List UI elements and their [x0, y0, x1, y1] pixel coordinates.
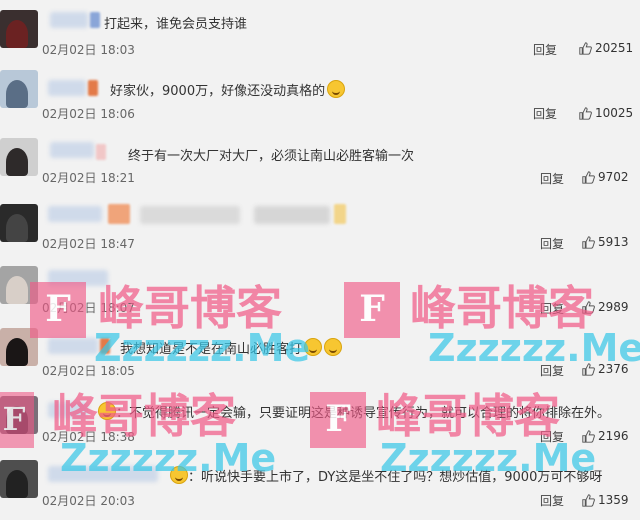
- comment-item: 02月02日 18:07 回复 2989: [0, 260, 640, 324]
- comment-timestamp: 02月02日 18:05: [42, 364, 135, 378]
- user-badge: [108, 204, 130, 224]
- comment-timestamp: 02月02日 18:03: [42, 43, 135, 57]
- reply-button[interactable]: 回复: [540, 428, 564, 445]
- thumbs-up-icon: [579, 41, 592, 55]
- avatar[interactable]: [0, 460, 38, 498]
- thumbs-up-icon: [582, 300, 595, 314]
- like-button[interactable]: 2196: [582, 429, 629, 443]
- username-blurred[interactable]: [48, 270, 108, 286]
- comment-item: 终于有一次大厂对大厂，必须让南山必胜客输一次 02月02日 18:21 回复 9…: [0, 128, 640, 192]
- emoji-blurred: [334, 204, 346, 224]
- like-count: 9702: [598, 170, 629, 184]
- grinning-face-icon: [324, 338, 343, 356]
- thumbs-up-icon: [579, 106, 592, 120]
- user-badge: [90, 12, 100, 28]
- username-blurred[interactable]: [48, 206, 102, 222]
- like-button[interactable]: 2376: [582, 362, 629, 376]
- avatar[interactable]: [0, 204, 38, 242]
- like-count: 2989: [598, 300, 629, 314]
- comment-item: ：不觉得腾讯一定会输，只要证明这是种诱导宣传行为，就可以合理的将你排除在外。 0…: [0, 392, 640, 456]
- like-button[interactable]: 1359: [582, 493, 629, 507]
- comment-timestamp: 02月02日 20:03: [42, 494, 135, 508]
- comment-timestamp: 02月02日 18:07: [42, 301, 135, 315]
- user-badge: [88, 80, 98, 96]
- comment-timestamp: 02月02日 18:21: [42, 171, 135, 185]
- like-count: 2196: [598, 429, 629, 443]
- comment-item: ：听说快手要上市了，DY这是坐不住了吗？想炒估值，9000万可不够呀 02月02…: [0, 456, 640, 520]
- username-blurred[interactable]: [50, 12, 88, 28]
- avatar[interactable]: [0, 328, 38, 366]
- reply-button[interactable]: 回复: [540, 170, 564, 187]
- comment-item: 我想知道是不是在南山必胜客打 02月02日 18:05 回复 2376: [0, 322, 640, 386]
- avatar[interactable]: [0, 266, 38, 304]
- like-button[interactable]: 9702: [582, 170, 629, 184]
- reply-button[interactable]: 回复: [533, 105, 557, 122]
- thumbs-up-icon: [582, 493, 595, 507]
- grinning-face-icon: [304, 338, 323, 356]
- like-count: 2376: [598, 362, 629, 376]
- comment-text: 终于有一次大厂对大厂，必须让南山必胜客输一次: [128, 149, 415, 164]
- reply-button[interactable]: 回复: [540, 235, 564, 252]
- reply-button[interactable]: 回复: [540, 492, 564, 509]
- avatar[interactable]: [0, 138, 38, 176]
- user-badge: [100, 338, 110, 354]
- comment-timestamp: 02月02日 18:38: [42, 430, 135, 444]
- grinning-face-icon: [170, 466, 188, 484]
- reply-button[interactable]: 回复: [540, 362, 564, 379]
- username-blurred[interactable]: [48, 80, 86, 96]
- reply-button[interactable]: 回复: [533, 41, 557, 58]
- comment-text: 我想知道是不是在南山必胜客打: [120, 338, 343, 357]
- comment-text-blurred: [254, 206, 330, 224]
- like-button[interactable]: 5913: [582, 235, 629, 249]
- username-blurred[interactable]: [48, 466, 158, 482]
- username-blurred[interactable]: [48, 402, 88, 418]
- username-blurred[interactable]: [48, 338, 98, 354]
- comment-text-blurred: [140, 206, 240, 224]
- like-count: 1359: [598, 493, 629, 507]
- grinning-face-icon: [98, 402, 116, 420]
- comment-item: 02月02日 18:47 回复 5913: [0, 196, 640, 260]
- reply-button[interactable]: 回复: [540, 300, 564, 317]
- comment-text: ：不觉得腾讯一定会输，只要证明这是种诱导宣传行为，就可以合理的将你排除在外。: [96, 402, 610, 421]
- avatar[interactable]: [0, 396, 38, 434]
- grinning-face-icon: [327, 80, 346, 98]
- comment-item: 打起来，谁免会员支持谁 02月02日 18:03 回复 20251: [0, 4, 640, 68]
- like-button[interactable]: 20251: [579, 41, 633, 55]
- comment-text: 打起来，谁免会员支持谁: [104, 17, 248, 32]
- thumbs-up-icon: [582, 235, 595, 249]
- avatar[interactable]: [0, 70, 38, 108]
- like-button[interactable]: 2989: [582, 300, 629, 314]
- like-count: 10025: [595, 106, 634, 120]
- user-badge: [96, 144, 106, 160]
- like-count: 5913: [598, 235, 629, 249]
- like-button[interactable]: 10025: [579, 106, 633, 120]
- comment-text: ：听说快手要上市了，DY这是坐不住了吗？想炒估值，9000万可不够呀: [168, 466, 602, 485]
- avatar[interactable]: [0, 10, 38, 48]
- thumbs-up-icon: [582, 170, 595, 184]
- comment-timestamp: 02月02日 18:06: [42, 107, 135, 121]
- thumbs-up-icon: [582, 362, 595, 376]
- comment-text: 好家伙，9000万，好像还没动真格的: [110, 80, 346, 99]
- comment-timestamp: 02月02日 18:47: [42, 237, 135, 251]
- username-blurred[interactable]: [50, 142, 94, 158]
- thumbs-up-icon: [582, 429, 595, 443]
- like-count: 20251: [595, 41, 634, 55]
- comment-item: 好家伙，9000万，好像还没动真格的 02月02日 18:06 回复 10025: [0, 64, 640, 128]
